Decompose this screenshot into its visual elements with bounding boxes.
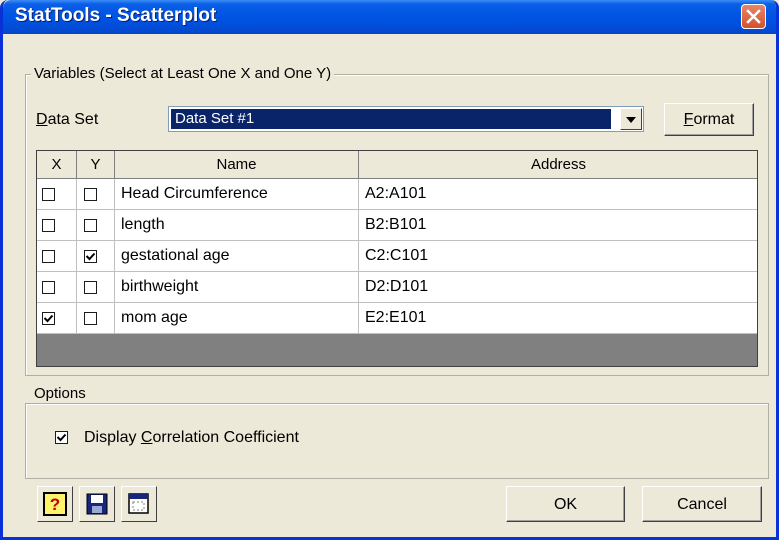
x-checkbox[interactable] — [42, 188, 55, 201]
x-checkbox[interactable] — [42, 219, 55, 232]
format-button[interactable]: Format — [664, 103, 754, 136]
table-row[interactable]: length B2:B101 — [37, 210, 757, 241]
save-button[interactable] — [79, 486, 115, 522]
header-y: Y — [77, 151, 115, 179]
x-checkbox[interactable] — [42, 281, 55, 294]
help-button[interactable]: ? — [37, 486, 73, 522]
y-cell — [77, 179, 115, 210]
x-checkbox[interactable] — [42, 312, 55, 325]
save-icon — [86, 493, 108, 515]
variable-address: A2:A101 — [359, 179, 757, 210]
header-address: Address — [359, 151, 757, 179]
correlation-checkbox[interactable] — [55, 431, 68, 444]
checkmark-icon — [56, 433, 67, 442]
svg-text:?: ? — [50, 495, 60, 514]
checkmark-icon — [43, 314, 54, 323]
header-name: Name — [115, 151, 359, 179]
y-cell — [77, 272, 115, 303]
variables-table: X Y Name Address Head Circumference A2:A1… — [36, 150, 758, 367]
window-button[interactable] — [121, 486, 157, 522]
dialog-window: StatTools - Scatterplot Variables (Selec… — [0, 0, 779, 540]
title-bar[interactable]: StatTools - Scatterplot — [3, 0, 776, 34]
y-checkbox[interactable] — [84, 281, 97, 294]
variable-name: Head Circumference — [115, 179, 359, 210]
help-icon: ? — [43, 492, 67, 516]
y-cell — [77, 241, 115, 272]
header-x: X — [37, 151, 77, 179]
data-set-label: Data Set — [36, 111, 99, 128]
checkmark-icon — [85, 252, 96, 261]
variable-name: birthweight — [115, 272, 359, 303]
variable-address: E2:E101 — [359, 303, 757, 334]
table-row[interactable]: Head Circumference A2:A101 — [37, 179, 757, 210]
variable-name: mom age — [115, 303, 359, 334]
table-row[interactable]: birthweight D2:D101 — [37, 272, 757, 303]
variable-address: D2:D101 — [359, 272, 757, 303]
correlation-label[interactable]: Display Correlation Coefficient — [84, 429, 299, 447]
y-checkbox[interactable] — [84, 188, 97, 201]
chevron-down-icon[interactable] — [620, 108, 642, 130]
table-header: X Y Name Address — [37, 151, 757, 179]
window-title: StatTools - Scatterplot — [15, 5, 217, 26]
data-set-selected-value: Data Set #1 — [171, 109, 611, 129]
y-cell — [77, 210, 115, 241]
variable-name: gestational age — [115, 241, 359, 272]
variable-name: length — [115, 210, 359, 241]
window-icon — [128, 493, 149, 514]
variables-group-legend: Variables (Select at Least One X and One… — [31, 65, 335, 82]
table-row[interactable]: mom age E2:E101 — [37, 303, 757, 334]
x-cell — [37, 210, 77, 241]
y-checkbox[interactable] — [84, 312, 97, 325]
y-checkbox[interactable] — [84, 250, 97, 263]
y-checkbox[interactable] — [84, 219, 97, 232]
ok-button[interactable]: OK — [506, 486, 625, 522]
close-icon — [746, 9, 761, 24]
options-group-legend: Options — [31, 385, 89, 402]
cancel-button[interactable]: Cancel — [642, 486, 762, 522]
data-set-dropdown[interactable]: Data Set #1 — [168, 106, 644, 132]
variable-address: B2:B101 — [359, 210, 757, 241]
close-button[interactable] — [741, 4, 766, 29]
x-checkbox[interactable] — [42, 250, 55, 263]
x-cell — [37, 272, 77, 303]
variable-address: C2:C101 — [359, 241, 757, 272]
x-cell — [37, 303, 77, 334]
y-cell — [77, 303, 115, 334]
table-row[interactable]: gestational age C2:C101 — [37, 241, 757, 272]
x-cell — [37, 179, 77, 210]
x-cell — [37, 241, 77, 272]
